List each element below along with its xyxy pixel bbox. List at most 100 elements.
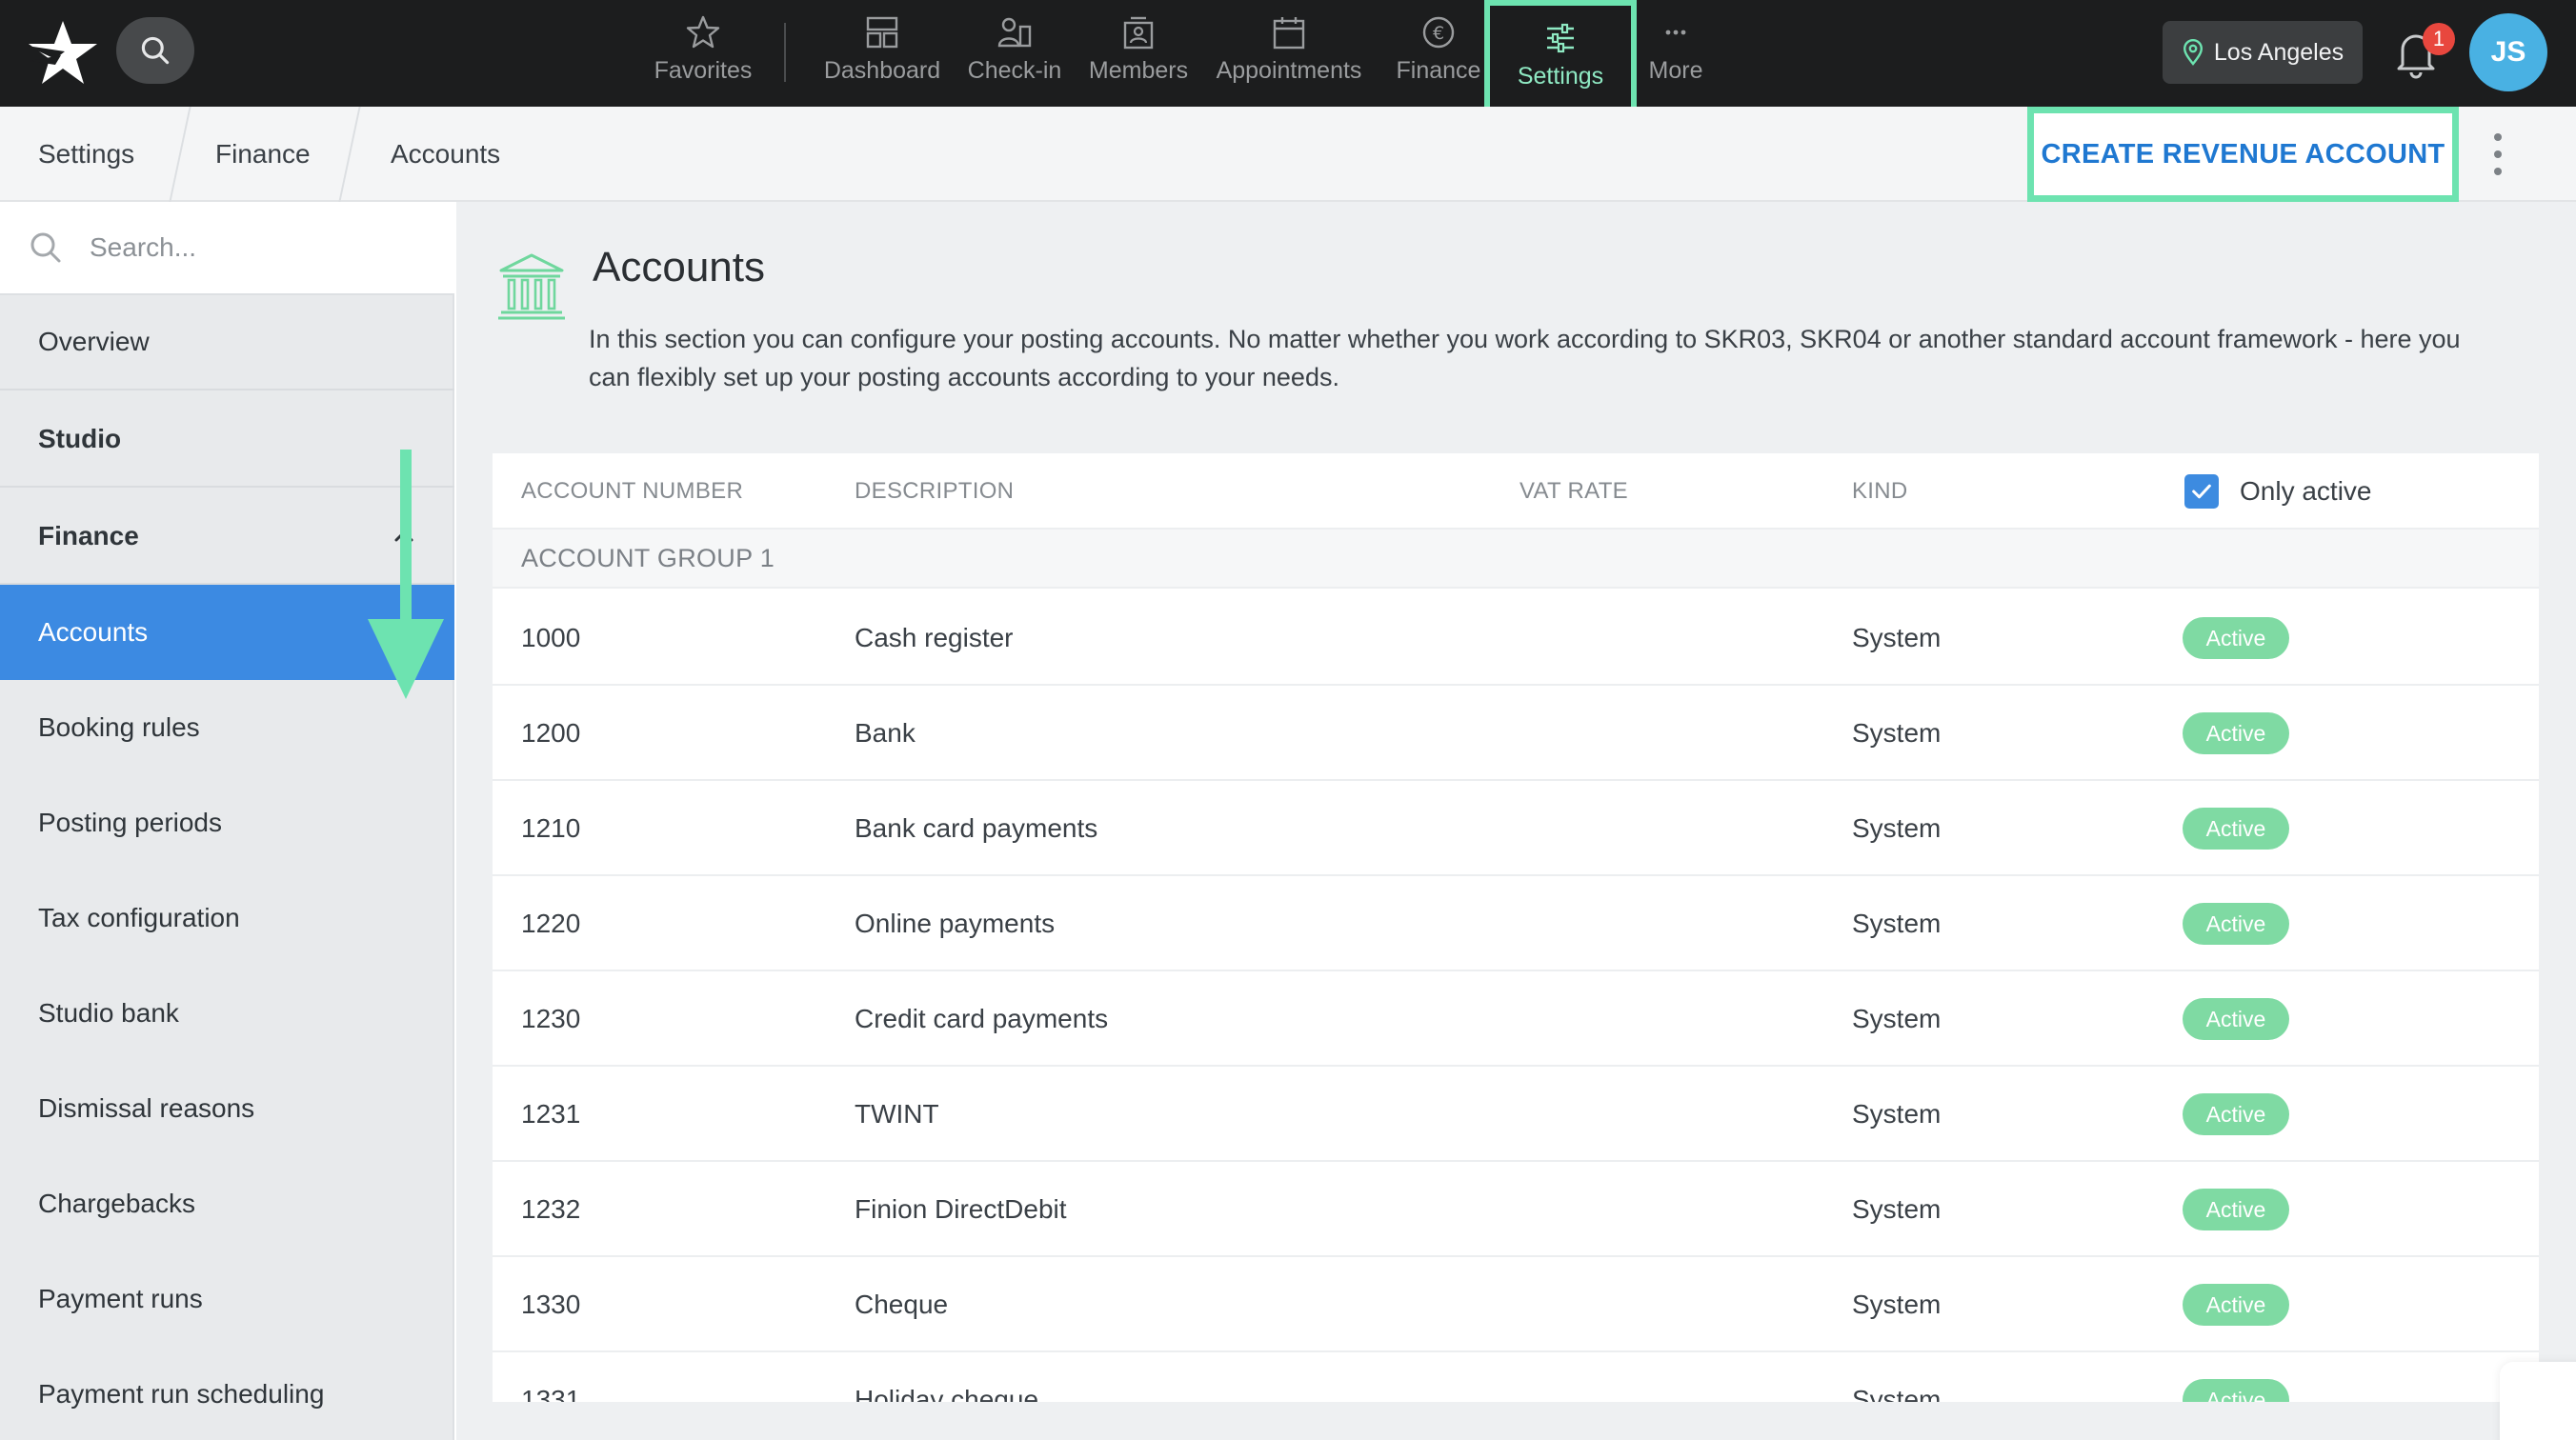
nav-more-label: More xyxy=(1648,57,1703,84)
account-description: TWINT xyxy=(855,1099,939,1129)
account-kind: System xyxy=(1852,623,1942,652)
account-kind: System xyxy=(1852,1385,1942,1402)
checkmark-icon xyxy=(2192,484,2211,499)
nav-more[interactable]: More xyxy=(1640,0,1711,107)
account-number: 1000 xyxy=(521,623,581,652)
sidebar-item-payment-run-scheduling[interactable]: Payment run scheduling xyxy=(0,1347,454,1440)
sidebar-item-tax-configuration[interactable]: Tax configuration xyxy=(0,870,454,966)
location-selector-button[interactable]: Los Angeles xyxy=(2163,21,2363,84)
table-row[interactable]: 1230 Credit card payments System Active xyxy=(493,971,2539,1067)
status-badge: Active xyxy=(2183,808,2289,850)
sidebar-item-chargebacks[interactable]: Chargebacks xyxy=(0,1156,454,1251)
column-header-vat-rate[interactable]: VAT RATE xyxy=(1519,453,1628,530)
sidebar-item-label: Posting periods xyxy=(38,808,223,837)
nav-dashboard-label: Dashboard xyxy=(823,57,941,84)
account-kind: System xyxy=(1852,1099,1942,1129)
status-badge: Active xyxy=(2183,1189,2289,1230)
breadcrumb-finance[interactable]: Finance xyxy=(215,107,311,202)
nav-members[interactable]: Members xyxy=(1082,0,1195,107)
status-badge: Active xyxy=(2183,1379,2289,1402)
nav-check-in[interactable]: Check-in xyxy=(962,0,1067,107)
sidebar-item-label: Payment run scheduling xyxy=(38,1379,325,1409)
account-description: Bank card payments xyxy=(855,813,1098,843)
svg-text:€: € xyxy=(1433,23,1444,44)
nav-favorites[interactable]: Favorites xyxy=(648,0,758,107)
nav-check-in-label: Check-in xyxy=(967,57,1062,84)
status-badge: Active xyxy=(2183,617,2289,659)
user-avatar[interactable]: JS xyxy=(2469,13,2547,91)
sidebar-item-overview[interactable]: Overview xyxy=(0,295,454,390)
table-row[interactable]: 1232 Finion DirectDebit System Active xyxy=(493,1162,2539,1257)
account-kind: System xyxy=(1852,1290,1942,1319)
page-title: Accounts xyxy=(593,244,765,290)
more-options-kebab-icon[interactable] xyxy=(2485,133,2511,175)
dashboard-icon xyxy=(866,16,898,49)
account-number: 1232 xyxy=(521,1194,581,1224)
nav-settings-label: Settings xyxy=(1517,63,1604,90)
only-active-checkbox[interactable] xyxy=(2184,474,2219,509)
account-number: 1230 xyxy=(521,1004,581,1033)
breadcrumb-divider xyxy=(338,107,361,202)
account-kind: System xyxy=(1852,813,1942,843)
bank-building-icon xyxy=(498,253,565,320)
notification-count-badge: 1 xyxy=(2423,23,2455,55)
column-header-description[interactable]: DESCRIPTION xyxy=(855,453,1014,530)
account-kind: System xyxy=(1852,1004,1942,1033)
account-description: Credit card payments xyxy=(855,1004,1109,1033)
check-in-icon xyxy=(997,17,1032,48)
sidebar-item-payment-runs[interactable]: Payment runs xyxy=(0,1251,454,1347)
sidebar-item-dismissal-reasons[interactable]: Dismissal reasons xyxy=(0,1061,454,1156)
sidebar-search-input[interactable]: Search... xyxy=(90,232,196,263)
status-badge: Active xyxy=(2183,998,2289,1040)
sidebar-item-label: Payment runs xyxy=(38,1284,203,1313)
search-icon xyxy=(30,232,61,263)
status-badge: Active xyxy=(2183,1093,2289,1135)
account-group-header: ACCOUNT GROUP 1 xyxy=(493,530,2539,589)
account-description: Finion DirectDebit xyxy=(855,1194,1067,1224)
table-header: ACCOUNT NUMBER DESCRIPTION VAT RATE KIND… xyxy=(493,453,2539,530)
table-row[interactable]: 1210 Bank card payments System Active xyxy=(493,781,2539,876)
map-pin-icon xyxy=(2183,39,2203,66)
breadcrumb-settings[interactable]: Settings xyxy=(38,107,134,202)
nav-favorites-label: Favorites xyxy=(654,57,753,84)
only-active-filter[interactable]: Only active xyxy=(2184,453,2372,530)
nav-members-label: Members xyxy=(1088,57,1189,84)
column-header-kind[interactable]: KIND xyxy=(1852,453,1908,530)
floating-help-widget[interactable] xyxy=(2500,1362,2576,1440)
create-revenue-account-button[interactable]: CREATE REVENUE ACCOUNT xyxy=(2027,107,2459,202)
account-number: 1210 xyxy=(521,813,581,843)
sidebar-item-studio-bank[interactable]: Studio bank xyxy=(0,966,454,1061)
nav-finance[interactable]: € Finance xyxy=(1391,0,1486,107)
nav-appointments-label: Appointments xyxy=(1216,57,1362,84)
page-description: In this section you can configure your p… xyxy=(589,325,2461,391)
location-label: Los Angeles xyxy=(2213,38,2345,66)
account-kind: System xyxy=(1852,1194,1942,1224)
account-number: 1331 xyxy=(521,1385,581,1402)
status-badge: Active xyxy=(2183,712,2289,754)
nav-settings[interactable]: Settings xyxy=(1484,0,1637,114)
column-header-account-number[interactable]: ACCOUNT NUMBER xyxy=(521,453,743,530)
more-dots-icon xyxy=(1665,30,1686,35)
calendar-icon xyxy=(1273,17,1305,50)
sidebar-item-posting-periods[interactable]: Posting periods xyxy=(0,775,454,870)
nav-appointments[interactable]: Appointments xyxy=(1212,0,1366,107)
table-row[interactable]: 1200 Bank System Active xyxy=(493,686,2539,781)
table-row[interactable]: 1331 Holiday cheque System Active xyxy=(493,1352,2539,1402)
sidebar-item-label: Studio xyxy=(38,424,122,453)
nav-dashboard[interactable]: Dashboard xyxy=(817,0,947,107)
account-description: Cash register xyxy=(855,623,1014,652)
table-row[interactable]: 1231 TWINT System Active xyxy=(493,1067,2539,1162)
annotation-arrow-down-icon xyxy=(368,450,444,699)
account-number: 1200 xyxy=(521,718,581,748)
account-number: 1330 xyxy=(521,1290,581,1319)
account-description: Online payments xyxy=(855,909,1056,938)
table-row[interactable]: 1330 Cheque System Active xyxy=(493,1257,2539,1352)
table-row[interactable]: 1220 Online payments System Active xyxy=(493,876,2539,971)
sidebar-search[interactable]: Search... xyxy=(0,202,454,295)
global-search-button[interactable] xyxy=(116,17,194,84)
sidebar-item-label: Chargebacks xyxy=(38,1189,195,1218)
nav-divider xyxy=(784,23,786,82)
table-row[interactable]: 1000 Cash register System Active xyxy=(493,590,2539,686)
account-description: Holiday cheque xyxy=(855,1385,1039,1402)
app-logo-icon[interactable] xyxy=(27,17,99,86)
